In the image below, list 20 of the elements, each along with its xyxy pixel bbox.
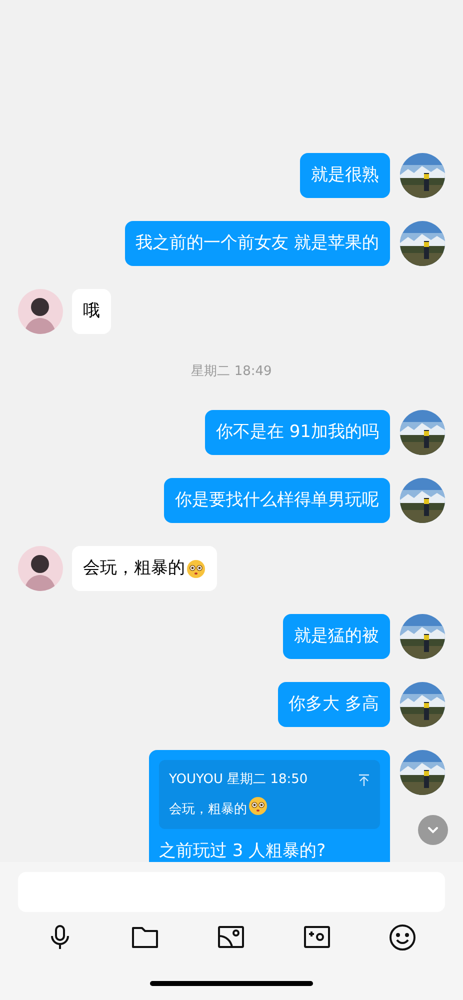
timestamp: 星期二 18:49 [191, 363, 272, 382]
message-bubble: 就是猛的被 [283, 614, 390, 659]
message-bubble: 会玩，粗暴的 [72, 546, 217, 591]
pin-top-icon [358, 774, 370, 786]
avatar-icon [18, 546, 63, 591]
message-bubble: 你是要找什么样得单男玩呢 [164, 478, 390, 523]
folder-icon[interactable] [131, 924, 159, 950]
message-bubble: 你多大 多高 [278, 682, 390, 727]
message-bubble: 你不是在 91加我的吗 [204, 410, 390, 455]
message-bubble: 我之前的一个前女友 就是苹果的 [124, 221, 390, 266]
scroll-down-button[interactable] [418, 815, 448, 845]
message-text: 之前玩过 3 人粗暴的? [159, 840, 327, 862]
quote-text: 会玩，粗暴的 [169, 796, 370, 819]
avatar-icon [18, 289, 63, 334]
quote-header: YOUYOU 星期二 18:50 [169, 771, 308, 789]
message-bubble: 就是很熟 [300, 153, 390, 198]
message-bubble: 哦 [72, 289, 111, 334]
emoji-icon[interactable] [389, 924, 416, 951]
image-icon[interactable] [217, 924, 245, 950]
camera-icon[interactable] [303, 924, 331, 950]
